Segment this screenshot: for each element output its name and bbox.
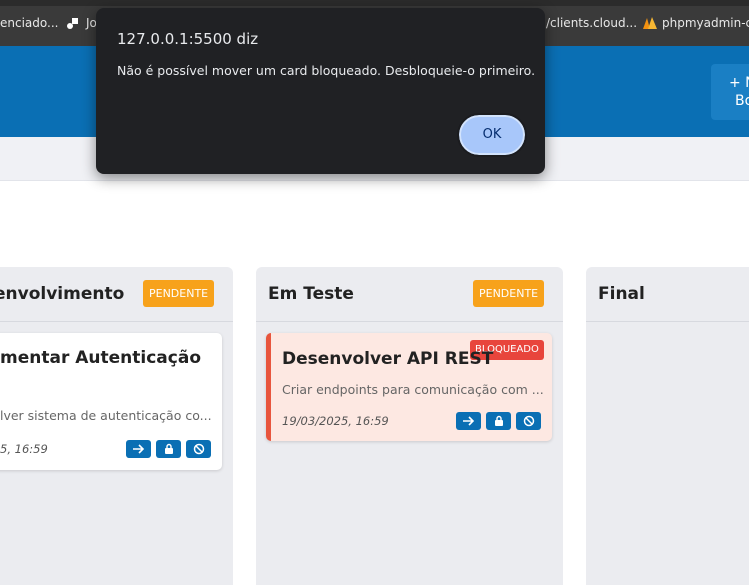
task-card[interactable]: mentar Autenticação lver sistema de aute… [0,333,222,470]
bookmark-item[interactable]: phpmyadmin-c [642,16,749,30]
move-card-button[interactable] [456,412,481,430]
card-date: 5, 16:59 [0,442,48,456]
block-card-button[interactable] [516,412,541,430]
app-icon [66,16,80,30]
column-em-teste: Em Teste PENDENTE BLOQUEADO Desenvolver … [256,267,563,585]
bookmark-label: /clients.cloud... [546,16,638,30]
column-header: Final [586,267,749,322]
column-header: Em Teste PENDENTE [256,267,563,322]
ok-button[interactable]: OK [457,113,527,157]
dialog-title: 127.0.0.1:5500 diz [117,30,259,48]
alert-dialog: 127.0.0.1:5500 diz Não é possível mover … [96,8,545,174]
bookmark-label: enciado... [0,16,59,30]
card-actions [456,412,541,430]
lock-icon [494,415,503,426]
lock-icon [164,443,173,454]
new-board-button[interactable]: + N Bo [711,64,749,120]
block-card-button[interactable] [186,440,211,458]
status-badge: PENDENTE [473,280,545,307]
dialog-message: Não é possível mover um card bloqueado. … [117,63,536,78]
block-icon [523,415,534,427]
card-actions [126,440,211,458]
column-development: envolvimento PENDENTE mentar Autenticaçã… [0,267,233,585]
bookmark-item[interactable]: enciado... [0,16,58,30]
bookmark-item[interactable]: Jo [66,16,97,30]
card-title: mentar Autenticação [0,348,201,368]
column-title: Final [598,284,645,304]
column-title: envolvimento [0,284,125,304]
arrow-right-icon [463,416,475,426]
column-final: Final [586,267,749,585]
status-badge: PENDENTE [143,280,215,307]
new-board-symbol: + N [729,75,749,91]
card-description: Criar endpoints para comunicação com ... [282,382,544,397]
block-icon [193,443,204,455]
bookmark-item[interactable]: /clients.cloud... [546,16,637,30]
column-title: Em Teste [268,284,354,304]
bookmark-label: phpmyadmin-c [662,16,749,30]
move-card-button[interactable] [126,440,151,458]
card-date: 19/03/2025, 16:59 [282,414,389,428]
phpmyadmin-icon [642,16,657,30]
column-header: envolvimento PENDENTE [0,267,233,322]
card-title: Desenvolver API REST [282,349,494,369]
arrow-right-icon [133,444,145,454]
card-description: lver sistema de autenticação co... [0,408,212,423]
new-board-label: Bo [735,93,749,109]
task-card-blocked[interactable]: BLOQUEADO Desenvolver API REST Criar end… [266,333,552,441]
lock-card-button[interactable] [156,440,181,458]
lock-card-button[interactable] [486,412,511,430]
